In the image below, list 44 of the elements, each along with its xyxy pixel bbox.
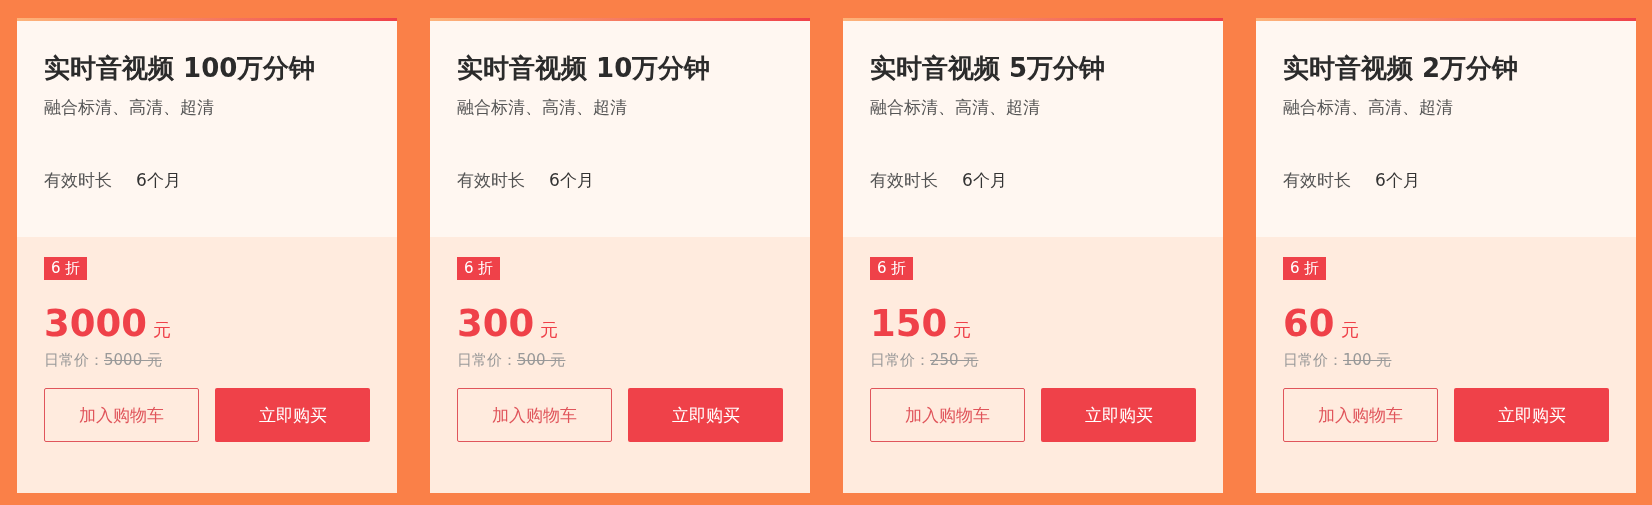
buy-now-button[interactable]: 立即购买 (628, 388, 783, 442)
add-to-cart-button[interactable]: 加入购物车 (44, 388, 199, 442)
regular-price: 100 元 (1343, 351, 1392, 370)
discount-badge: 6 折 (870, 257, 914, 280)
regular-price: 500 元 (517, 351, 566, 370)
duration-label: 有效时长 (1283, 169, 1351, 192)
add-to-cart-button[interactable]: 加入购物车 (457, 388, 612, 442)
plan-subtitle: 融合标清、高清、超清 (870, 96, 1040, 119)
discount-badge: 6 折 (1283, 257, 1327, 280)
regular-price-label: 日常价： (1283, 351, 1343, 370)
price-amount: 150 (870, 302, 948, 345)
discount-badge: 6 折 (44, 257, 88, 280)
duration-label: 有效时长 (44, 169, 112, 192)
price-amount: 3000 (44, 302, 147, 345)
price-unit: 元 (540, 318, 559, 342)
regular-price: 5000 元 (104, 351, 162, 370)
price-unit: 元 (1340, 318, 1359, 342)
regular-price-label: 日常价： (870, 351, 930, 370)
duration-value: 6个月 (1375, 169, 1420, 192)
duration-label: 有效时长 (870, 169, 938, 192)
duration-value: 6个月 (136, 169, 181, 192)
add-to-cart-button[interactable]: 加入购物车 (1283, 388, 1438, 442)
price-unit: 元 (953, 318, 972, 342)
plan-title: 实时音视频 10万分钟 (457, 52, 711, 85)
buy-now-button[interactable]: 立即购买 (215, 388, 370, 442)
regular-price: 250 元 (930, 351, 979, 370)
discount-badge: 6 折 (457, 257, 501, 280)
regular-price-label: 日常价： (457, 351, 517, 370)
regular-price-label: 日常价： (44, 351, 104, 370)
buy-now-button[interactable]: 立即购买 (1454, 388, 1609, 442)
price-amount: 300 (457, 302, 535, 345)
buy-now-button[interactable]: 立即购买 (1041, 388, 1196, 442)
duration-value: 6个月 (962, 169, 1007, 192)
plan-subtitle: 融合标清、高清、超清 (44, 96, 214, 119)
price-unit: 元 (153, 318, 171, 342)
plan-subtitle: 融合标清、高清、超清 (457, 96, 627, 119)
plan-title: 实时音视频 100万分钟 (44, 52, 316, 85)
plan-subtitle: 融合标清、高清、超清 (1283, 96, 1453, 119)
duration-label: 有效时长 (457, 169, 525, 192)
price-amount: 60 (1283, 302, 1335, 345)
plan-title: 实时音视频 5万分钟 (870, 52, 1106, 85)
duration-value: 6个月 (549, 169, 594, 192)
plan-title: 实时音视频 2万分钟 (1283, 52, 1519, 85)
add-to-cart-button[interactable]: 加入购物车 (870, 388, 1025, 442)
